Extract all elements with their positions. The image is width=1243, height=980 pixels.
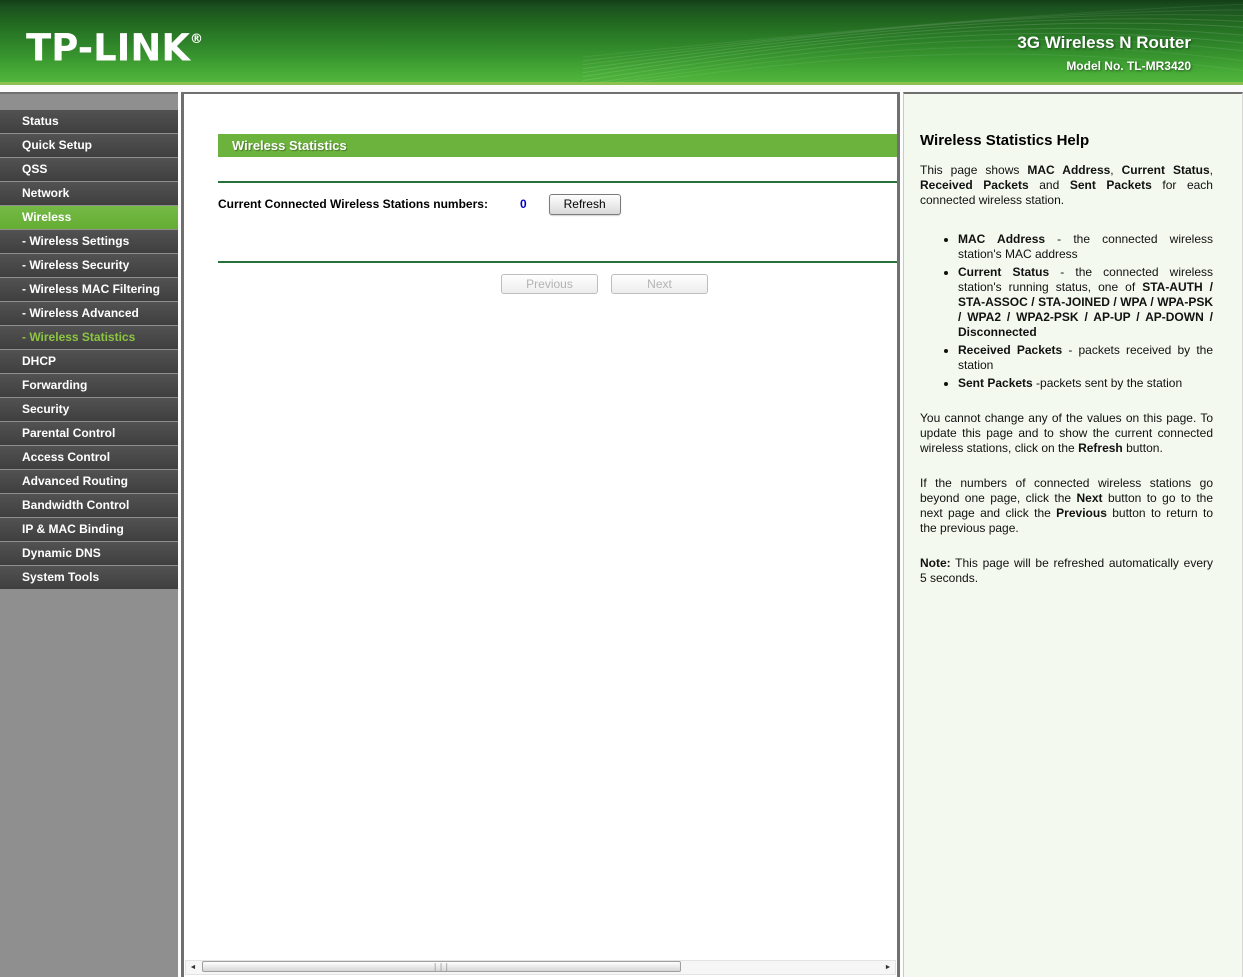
tplink-logo: TP-LINK® <box>26 26 204 70</box>
horizontal-scrollbar[interactable]: ◄ ||| ► <box>185 960 896 975</box>
sidebar-item-system-tools[interactable]: System Tools <box>0 566 178 589</box>
sidebar-item-quick-setup[interactable]: Quick Setup <box>0 134 178 157</box>
help-bullet-current-status: Current Status - the connected wireless … <box>958 265 1213 340</box>
product-name: 3G Wireless N Router <box>1017 33 1191 52</box>
divider <box>218 181 897 183</box>
help-bullet-list: MAC Address - the connected wireless sta… <box>920 232 1213 391</box>
sidebar-item-dynamic-dns[interactable]: Dynamic DNS <box>0 542 178 565</box>
sidebar-item-advanced-routing[interactable]: Advanced Routing <box>0 470 178 493</box>
model-number: Model No. TL-MR3420 <box>1066 59 1191 73</box>
help-paragraph-pagination: If the numbers of connected wireless sta… <box>920 476 1214 535</box>
help-note: Note: This page will be refreshed automa… <box>920 556 1213 585</box>
main-content: Wireless Statistics Current Connected Wi… <box>181 92 900 977</box>
divider <box>218 261 897 263</box>
stations-count-value: 0 <box>519 197 527 211</box>
refresh-button[interactable]: Refresh <box>548 193 621 215</box>
help-bullet-sent-packets: Sent Packets -packets sent by the statio… <box>958 376 1213 391</box>
previous-button[interactable]: Previous <box>501 274 598 294</box>
sidebar-item-parental-control[interactable]: Parental Control <box>0 422 178 445</box>
sidebar-item-access-control[interactable]: Access Control <box>0 446 178 469</box>
sidebar-item-status[interactable]: Status <box>0 110 178 133</box>
sidebar-item-dhcp[interactable]: DHCP <box>0 350 178 373</box>
sidebar-item-wireless-advanced[interactable]: - Wireless Advanced <box>0 302 178 325</box>
help-panel: Wireless Statistics Help This page shows… <box>903 92 1243 977</box>
sidebar-item-wireless-security[interactable]: - Wireless Security <box>0 254 178 277</box>
sidebar-item-wireless[interactable]: Wireless <box>0 206 178 229</box>
sidebar-item-wireless-mac-filtering[interactable]: - Wireless MAC Filtering <box>0 278 178 301</box>
sidebar-item-wireless-statistics[interactable]: - Wireless Statistics <box>0 326 178 349</box>
sidebar-item-network[interactable]: Network <box>0 182 178 205</box>
sidebar-item-bandwidth-control[interactable]: Bandwidth Control <box>0 494 178 517</box>
help-bullet-received-packets: Received Packets - packets received by t… <box>958 343 1213 373</box>
sidebar-item-ip-mac-binding[interactable]: IP & MAC Binding <box>0 518 178 541</box>
scroll-right-arrow-icon[interactable]: ► <box>881 961 895 974</box>
header-separator <box>0 85 1243 92</box>
stations-row: Current Connected Wireless Stations numb… <box>218 193 897 215</box>
product-info: 3G Wireless N Router Model No. TL-MR3420 <box>1017 33 1191 73</box>
help-paragraph-refresh: You cannot change any of the values on t… <box>920 411 1213 455</box>
scrollbar-grip-icon: ||| <box>432 962 451 971</box>
stations-count-label: Current Connected Wireless Stations numb… <box>218 197 488 211</box>
scrollbar-thumb[interactable]: ||| <box>202 961 681 972</box>
help-intro: This page shows MAC Address, Current Sta… <box>920 163 1213 207</box>
next-button[interactable]: Next <box>611 274 708 294</box>
scroll-left-arrow-icon[interactable]: ◄ <box>186 961 200 974</box>
sidebar-item-security[interactable]: Security <box>0 398 178 421</box>
sidebar-item-forwarding[interactable]: Forwarding <box>0 374 178 397</box>
sidebar-nav: Status Quick Setup QSS Network Wireless … <box>0 92 178 977</box>
help-bullet-mac-address: MAC Address - the connected wireless sta… <box>958 232 1213 262</box>
pagination-row: Previous Next <box>184 274 897 294</box>
registered-trademark-icon: ® <box>190 32 204 47</box>
page-title: Wireless Statistics <box>218 134 897 157</box>
sidebar-item-qss[interactable]: QSS <box>0 158 178 181</box>
sidebar-item-wireless-settings[interactable]: - Wireless Settings <box>0 230 178 253</box>
header: TP-LINK® 3G Wireless N Router Model No. … <box>0 0 1243 85</box>
router-admin-page: TP-LINK® 3G Wireless N Router Model No. … <box>0 0 1243 980</box>
help-title: Wireless Statistics Help <box>920 132 1090 149</box>
